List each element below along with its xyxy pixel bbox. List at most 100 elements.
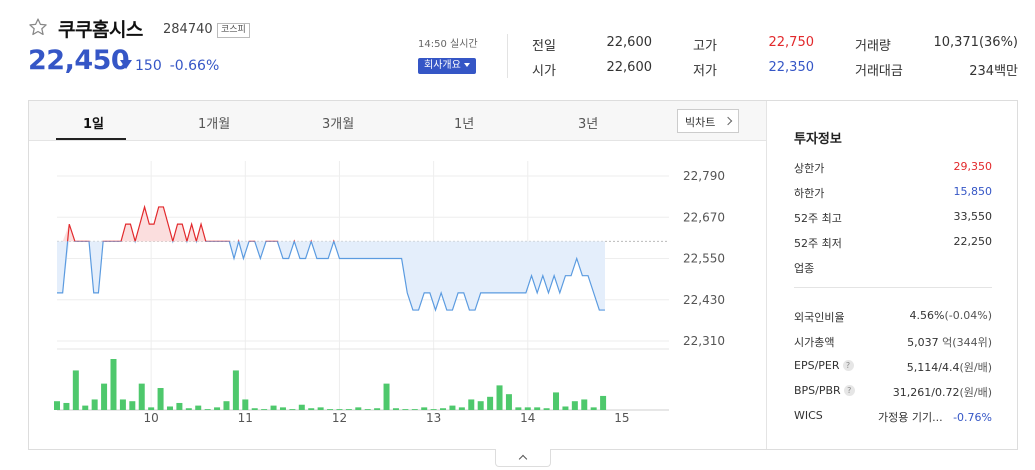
info-value: 22,250 [953, 235, 993, 248]
info-value-sub: (-0.04%) [944, 309, 993, 322]
volume-bar [392, 408, 399, 410]
big-chart-button[interactable]: 빅차트 [677, 109, 739, 133]
volume-bar [157, 388, 164, 410]
y-tick-label: 22,430 [683, 293, 725, 307]
volume-bar [468, 399, 475, 410]
tab-1day[interactable]: 1일 [83, 113, 104, 132]
tab-3year[interactable]: 3년 [578, 113, 598, 132]
volume-bar [496, 385, 503, 410]
volume-bar [298, 404, 305, 410]
tab-1month[interactable]: 1개월 [198, 113, 230, 132]
help-icon[interactable]: ? [842, 360, 854, 371]
open-label: 시가 [532, 64, 556, 79]
stock-header: 쿠쿠홈시스 284740 코스피 22,450 150 -0.66% 14:50 … [0, 0, 1035, 98]
volume-bar [524, 407, 531, 410]
volume-bar [440, 408, 447, 410]
volume-bar [242, 399, 249, 410]
volume-bar [195, 405, 202, 410]
volume-bar [119, 399, 126, 410]
volume-bar [204, 409, 211, 410]
volume-bar [54, 401, 60, 410]
volume-bar [289, 409, 296, 410]
volume-bar [421, 407, 428, 410]
volume-bar [543, 408, 550, 410]
info-label: 상한가 [794, 162, 825, 175]
wics-sector-link[interactable]: 가정용 기기... [878, 411, 943, 424]
price-area-up [57, 206, 605, 242]
stock-name: 쿠쿠홈시스 [58, 19, 143, 41]
chevron-right-icon [723, 116, 733, 126]
volume-value: 10,371(36%) [933, 35, 1018, 50]
divider [507, 34, 508, 78]
volume-bar [336, 409, 343, 410]
tab-1year[interactable]: 1년 [454, 113, 474, 132]
x-tick-label: 13 [426, 411, 441, 425]
info-label: WICS [794, 409, 823, 422]
volume-bar [110, 359, 117, 410]
info-value-main: 31,261/0.72 [892, 386, 960, 399]
volume-bar [101, 383, 108, 410]
change-percent: -0.66% [169, 58, 220, 74]
company-info-button[interactable]: 회사개요 [418, 58, 476, 74]
investment-info-title: 투자정보 [794, 132, 842, 147]
x-tick-label: 10 [144, 411, 159, 425]
info-value: 5,037 억(344위) [907, 334, 992, 350]
prev-close-label: 전일 [532, 39, 556, 54]
volume-bar [430, 409, 437, 410]
wics-change: -0.76% [953, 411, 992, 424]
low-label: 저가 [693, 64, 717, 79]
big-chart-label: 빅차트 [685, 116, 716, 129]
volume-bar [82, 405, 89, 410]
info-value: 가정용 기기... -0.76% [878, 409, 992, 425]
volume-bar [308, 408, 315, 410]
info-label: 시가총액 [794, 336, 835, 349]
volume-bar [72, 370, 79, 410]
info-value-main: 5,037 [907, 336, 939, 349]
info-value: 4.56%(-0.04%) [910, 309, 992, 322]
active-tab-underline [56, 138, 126, 140]
amount-value: 234백만 [969, 64, 1018, 79]
info-value-sub: (원/배) [959, 361, 992, 374]
x-tick-label: 15 [614, 411, 629, 425]
y-tick-label: 22,670 [683, 210, 725, 224]
caret-down-icon [463, 63, 470, 67]
volume-bar [449, 405, 456, 410]
volume-bar [590, 407, 597, 410]
info-value-sub: 억(344위) [942, 336, 992, 349]
info-label: 업종 [794, 262, 815, 275]
info-label-text: BPS/PBR [794, 384, 841, 397]
open-value: 22,600 [606, 60, 653, 75]
prev-close-value: 22,600 [606, 35, 653, 50]
company-info-label: 회사개요 [424, 60, 461, 71]
period-tabs: 1일 1개월 3개월 1년 3년 빅차트 [29, 101, 766, 141]
amount-label: 거래대금 [855, 64, 903, 79]
volume-bar [327, 409, 334, 410]
tab-3month[interactable]: 3개월 [322, 113, 354, 132]
info-value-main: 5,114/4.4 [906, 361, 960, 374]
down-triangle-icon [120, 60, 132, 69]
volume-bar [477, 401, 484, 410]
volume-bar [411, 409, 418, 410]
volume-bar [345, 409, 352, 410]
volume-label: 거래량 [855, 39, 891, 54]
y-tick-label: 22,310 [683, 334, 725, 348]
volume-bar [581, 399, 588, 410]
volume-bar [129, 401, 136, 410]
volume-bar [458, 407, 465, 410]
info-value: 31,261/0.72(원/배) [893, 384, 992, 400]
volume-bar [270, 405, 277, 410]
collapse-button[interactable] [495, 449, 551, 467]
low-value: 22,350 [768, 60, 815, 75]
help-icon[interactable]: ? [843, 385, 855, 396]
volume-bar [138, 383, 145, 410]
info-value-sub: (원/배) [959, 386, 992, 399]
volume-bar [185, 408, 192, 410]
investment-info-panel: 투자정보 상한가 29,350 하한가 15,850 52주 최고 33,550… [766, 101, 1018, 449]
volume-bar [176, 402, 183, 410]
info-label-text: EPS/PER [794, 359, 840, 372]
info-label: 52주 최저 [794, 237, 842, 250]
volume-bar [63, 402, 70, 410]
volume-bar [600, 395, 607, 410]
info-value: 33,550 [953, 210, 993, 223]
favorite-star-icon[interactable] [28, 17, 48, 37]
